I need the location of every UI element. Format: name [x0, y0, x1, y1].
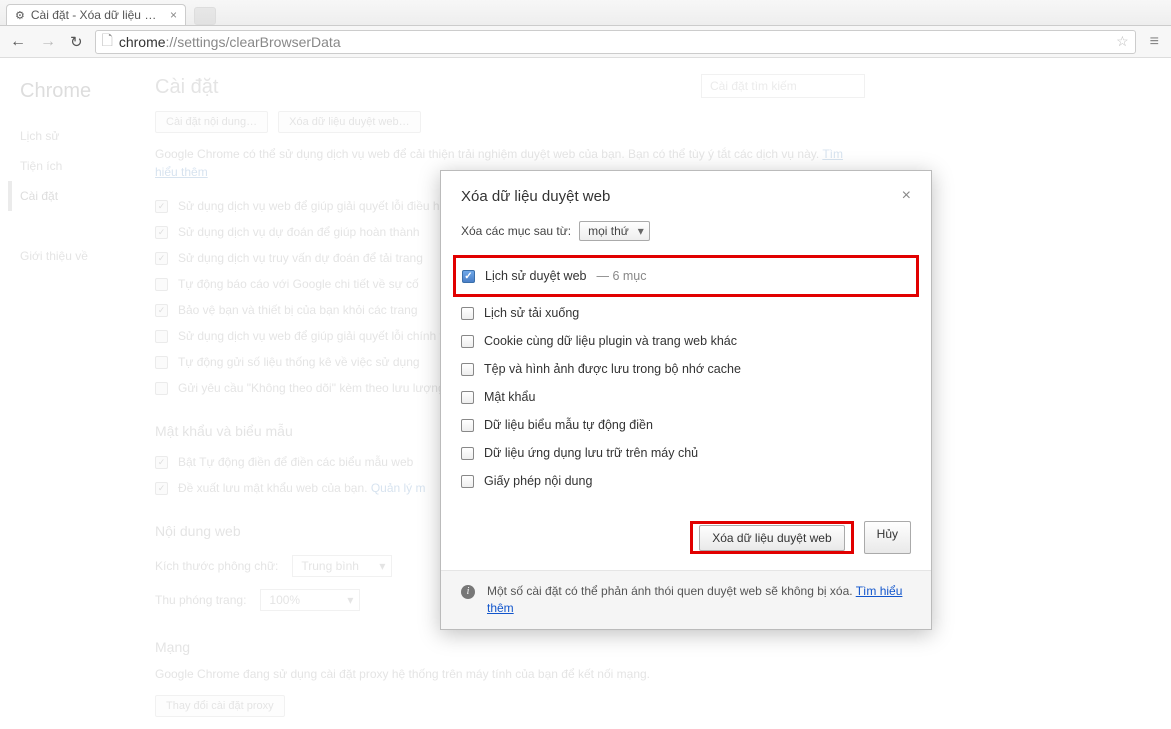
- option-label: Tệp và hình ảnh được lưu trong bộ nhớ ca…: [484, 362, 741, 376]
- highlight-history-option: Lịch sử duyệt web — 6 mục: [453, 255, 919, 297]
- clear-data-option[interactable]: Dữ liệu biểu mẫu tự động điền: [461, 411, 911, 439]
- browser-toolbar: ← → ↻ 🗋 chrome://settings/clearBrowserDa…: [0, 26, 1171, 58]
- forward-button[interactable]: →: [38, 33, 58, 51]
- dialog-close-button[interactable]: ×: [902, 187, 911, 205]
- time-range-label: Xóa các mục sau từ:: [461, 224, 571, 238]
- option-detail: — 6 mục: [596, 269, 646, 283]
- tab-strip: ⚙ Cài đặt - Xóa dữ liệu duyệt w ×: [0, 0, 1171, 26]
- checkbox-icon[interactable]: [461, 475, 474, 488]
- checkbox-icon[interactable]: [461, 307, 474, 320]
- clear-data-option[interactable]: Mật khẩu: [461, 383, 911, 411]
- checkbox-icon[interactable]: [461, 335, 474, 348]
- bookmark-star-icon[interactable]: ☆: [1116, 33, 1129, 50]
- option-label: Dữ liệu ứng dụng lưu trữ trên máy chủ: [484, 446, 698, 460]
- checkbox-icon[interactable]: [461, 363, 474, 376]
- option-label: Lịch sử tải xuống: [484, 306, 579, 320]
- clear-data-option[interactable]: Lịch sử duyệt web — 6 mục: [462, 262, 910, 290]
- clear-browsing-data-dialog: Xóa dữ liệu duyệt web × Xóa các mục sau …: [440, 170, 932, 630]
- close-tab-icon[interactable]: ×: [170, 8, 177, 22]
- clear-data-option[interactable]: Dữ liệu ứng dụng lưu trữ trên máy chủ: [461, 439, 911, 467]
- browser-tab[interactable]: ⚙ Cài đặt - Xóa dữ liệu duyệt w ×: [6, 4, 186, 25]
- checkbox-icon[interactable]: [461, 419, 474, 432]
- back-button[interactable]: ←: [8, 33, 28, 51]
- option-label: Lịch sử duyệt web: [485, 269, 586, 283]
- checkbox-icon[interactable]: [461, 391, 474, 404]
- clear-data-option[interactable]: Lịch sử tải xuống: [461, 299, 911, 327]
- new-tab-button[interactable]: [194, 7, 216, 25]
- option-label: Mật khẩu: [484, 390, 535, 404]
- option-label: Cookie cùng dữ liệu plugin và trang web …: [484, 334, 737, 348]
- cancel-button[interactable]: Hủy: [864, 521, 911, 554]
- gear-icon: ⚙: [15, 9, 25, 22]
- url-path: ://settings/clearBrowserData: [166, 34, 341, 50]
- clear-data-button[interactable]: Xóa dữ liệu duyệt web: [699, 525, 844, 551]
- clear-data-option[interactable]: Tệp và hình ảnh được lưu trong bộ nhớ ca…: [461, 355, 911, 383]
- info-icon: i: [461, 585, 475, 599]
- clear-data-option[interactable]: Giấy phép nội dung: [461, 467, 911, 495]
- url-scheme: chrome: [119, 34, 166, 50]
- option-label: Dữ liệu biểu mẫu tự động điền: [484, 418, 653, 432]
- time-range-select[interactable]: mọi thứ: [579, 221, 650, 241]
- address-bar[interactable]: 🗋 chrome://settings/clearBrowserData ☆: [95, 30, 1136, 54]
- checkbox-icon[interactable]: [462, 270, 475, 283]
- dialog-footer-text: Một số cài đặt có thể phản ánh thói quen…: [487, 583, 911, 617]
- chrome-menu-button[interactable]: ≡: [1146, 33, 1163, 51]
- page-icon: 🗋: [102, 30, 113, 54]
- reload-button[interactable]: ↻: [68, 33, 85, 51]
- clear-data-option[interactable]: Cookie cùng dữ liệu plugin và trang web …: [461, 327, 911, 355]
- highlight-clear-button: Xóa dữ liệu duyệt web: [690, 521, 853, 554]
- option-label: Giấy phép nội dung: [484, 474, 592, 488]
- checkbox-icon[interactable]: [461, 447, 474, 460]
- dialog-title: Xóa dữ liệu duyệt web: [461, 188, 610, 205]
- tab-title: Cài đặt - Xóa dữ liệu duyệt w: [31, 8, 160, 22]
